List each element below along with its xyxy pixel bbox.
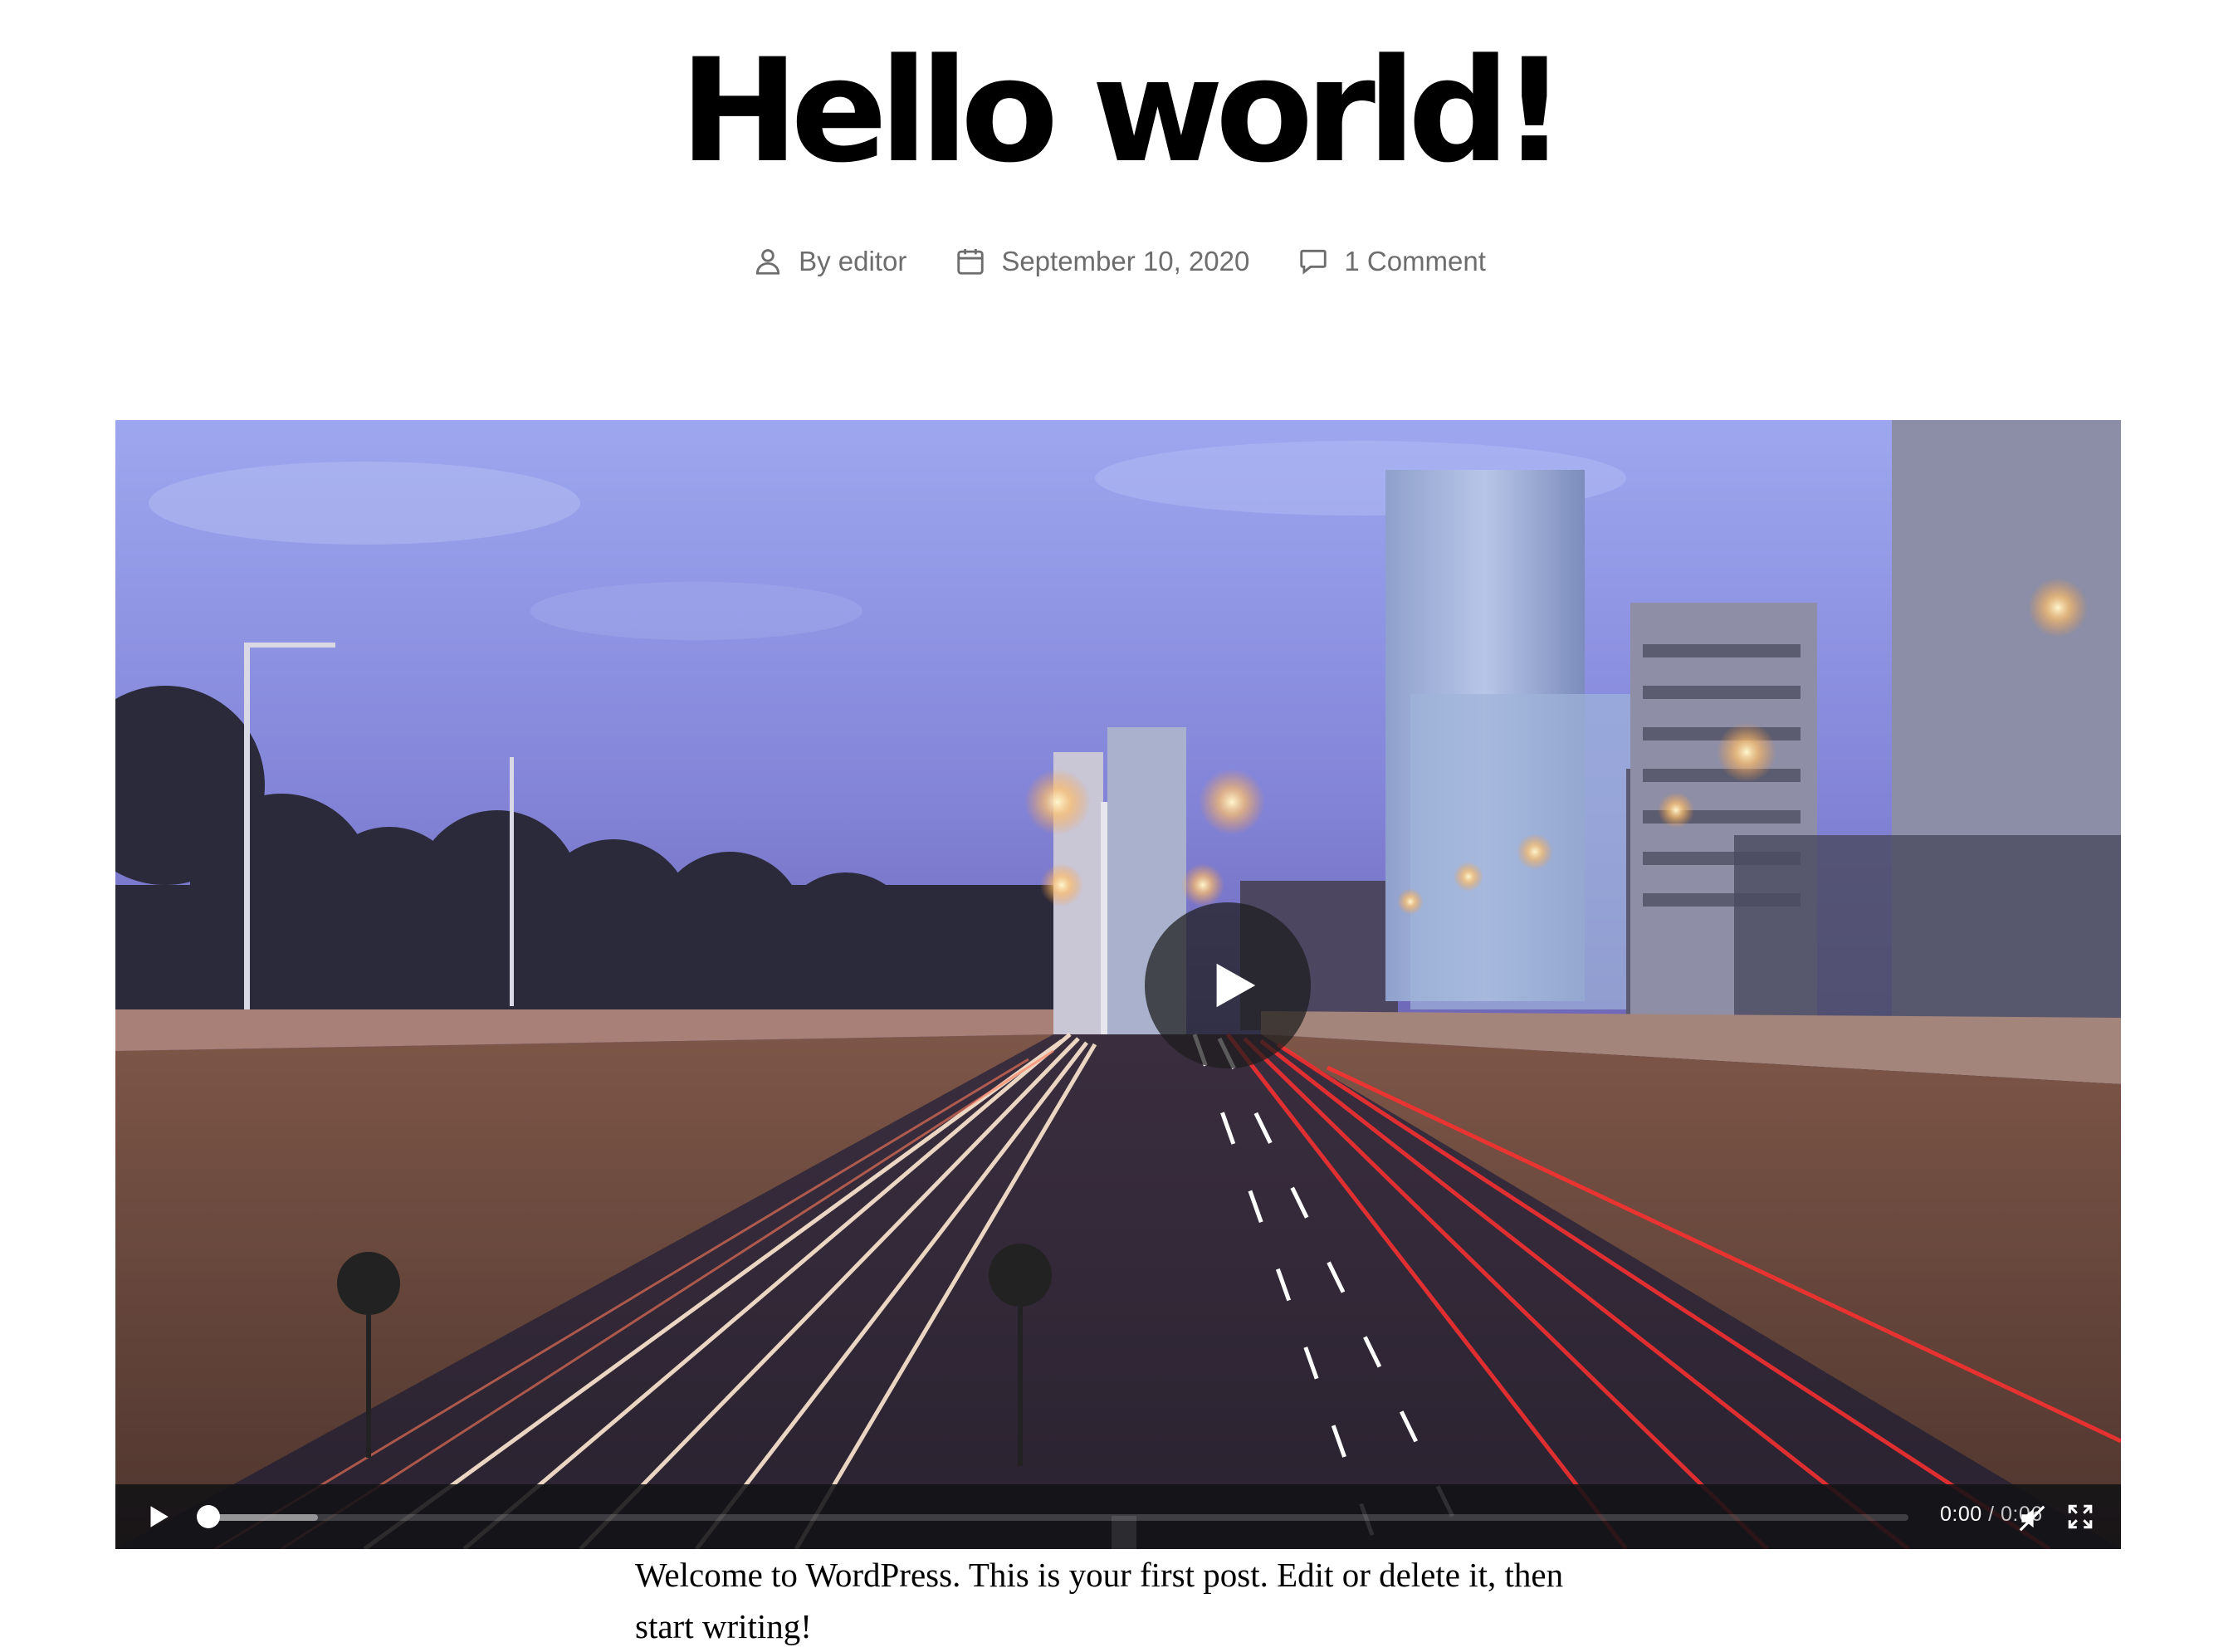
seek-handle[interactable]: [197, 1505, 220, 1528]
play-icon[interactable]: [144, 1503, 172, 1531]
time-separator: /: [1988, 1503, 1995, 1526]
muted-speaker-icon[interactable]: [2016, 1503, 2048, 1534]
post-date: September 10, 2020: [955, 246, 1249, 277]
speech-bubble-icon: [1300, 249, 1327, 275]
post-author: By editor: [752, 246, 906, 277]
current-time: 0:00: [1940, 1503, 1982, 1526]
play-overlay-button[interactable]: [1145, 902, 1311, 1068]
post-meta: By editor September 10, 2020 1 Comment: [0, 246, 2238, 277]
post-comments: 1 Comment: [1297, 246, 1486, 277]
video-controls-bar: 0:00 / 0:06: [115, 1484, 2121, 1549]
play-icon: [1216, 963, 1256, 1008]
post-content: Welcome to WordPress. This is your first…: [635, 1556, 1564, 1645]
video-poster-frame: [115, 420, 2121, 1549]
person-icon: [755, 249, 780, 275]
post-title: Hello world!: [679, 27, 1567, 194]
fullscreen-icon[interactable]: [2066, 1503, 2094, 1531]
calendar-icon: [957, 248, 984, 275]
video-player[interactable]: 0:00 / 0:06: [115, 420, 2121, 1549]
author-link[interactable]: By editor: [799, 246, 906, 277]
date-link[interactable]: September 10, 2020: [1001, 246, 1249, 277]
seek-bar[interactable]: [197, 1505, 1908, 1528]
comments-link[interactable]: 1 Comment: [1344, 246, 1486, 277]
